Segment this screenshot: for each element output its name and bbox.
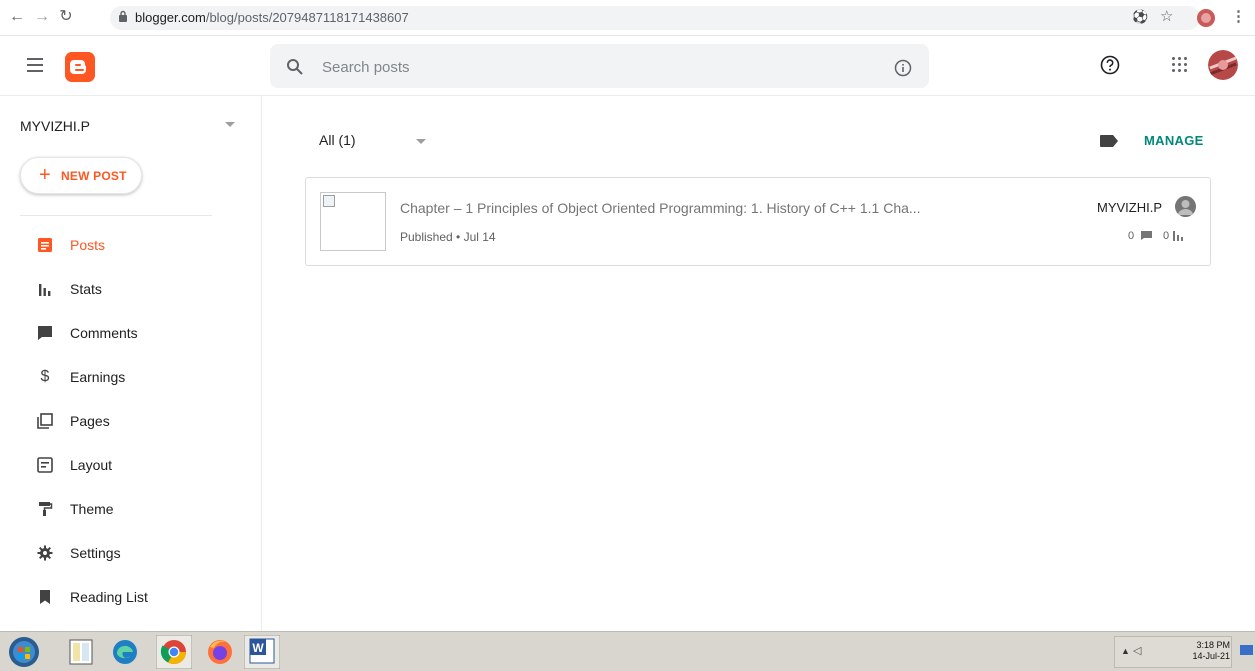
app-header <box>0 36 1255 96</box>
sidebar-item-label: Stats <box>70 281 102 297</box>
posts-icon <box>38 238 52 252</box>
edge-icon[interactable] <box>110 638 140 666</box>
manage-button[interactable]: MANAGE <box>1144 133 1204 148</box>
menu-kebab-icon[interactable]: ⋮ <box>1231 9 1246 25</box>
view-count: 0 <box>1163 230 1170 242</box>
reload-icon[interactable]: ↻ <box>57 8 75 26</box>
gear-icon <box>37 545 53 561</box>
profile-avatar-icon[interactable] <box>1196 8 1216 28</box>
firefox-icon[interactable] <box>205 638 235 666</box>
blog-switcher-caret-icon[interactable] <box>225 122 235 127</box>
lock-icon <box>119 10 127 22</box>
forward-arrow-icon[interactable]: → <box>33 8 51 26</box>
pages-icon <box>37 413 53 429</box>
bookmark-icon <box>40 590 50 604</box>
sidebar-item-comments[interactable]: Comments <box>0 313 262 353</box>
sidebar-item-reading-list[interactable]: Reading List <box>0 577 262 617</box>
search-icon[interactable] <box>286 58 304 76</box>
post-status: Published • Jul 14 <box>400 230 496 244</box>
info-icon[interactable] <box>894 59 912 77</box>
address-url[interactable]: blogger.com/blog/posts/20794871181714386… <box>135 10 409 25</box>
post-title[interactable]: Chapter – 1 Principles of Object Oriente… <box>400 200 960 216</box>
speaker-icon[interactable]: ◁ <box>1133 644 1141 657</box>
sidebar-item-label: Settings <box>70 545 121 561</box>
layout-icon <box>37 457 53 473</box>
post-filter-dropdown[interactable]: All (1) <box>319 132 356 148</box>
apps-grid-icon[interactable] <box>1172 57 1188 73</box>
sidebar-item-label: Layout <box>70 457 113 473</box>
comment-count-icon <box>1141 231 1152 240</box>
clock-date: 14-Jul-21 <box>1192 651 1230 661</box>
sidebar-item-posts[interactable]: Posts <box>0 225 262 265</box>
author-avatar <box>1175 196 1196 217</box>
user-avatar[interactable] <box>1208 50 1238 80</box>
new-post-label: NEW POST <box>61 169 127 183</box>
broken-image-icon <box>323 195 335 207</box>
svg-text:W: W <box>252 641 264 655</box>
sidebar-item-earnings[interactable]: $ Earnings <box>0 357 262 397</box>
new-post-button[interactable]: + NEW POST <box>20 157 142 194</box>
sidebar-item-theme[interactable]: Theme <box>0 489 262 529</box>
taskbar-clock[interactable]: 3:18 PM 14-Jul-21 <box>1180 640 1230 662</box>
url-path: /blog/posts/2079487118171438607 <box>205 10 409 25</box>
star-icon[interactable]: ☆ <box>1160 9 1173 25</box>
chrome-icon[interactable] <box>156 635 192 669</box>
sidebar-divider <box>20 215 212 216</box>
sidebar-item-label: Comments <box>70 325 138 341</box>
comments-icon <box>38 326 52 340</box>
plus-icon: + <box>39 164 51 186</box>
comment-count: 0 <box>1128 230 1135 242</box>
word-icon[interactable]: W <box>244 635 280 669</box>
browser-toolbar: ← → ↻ blogger.com/blog/posts/20794871181… <box>0 0 1255 36</box>
post-author: MYVIZHI.P <box>1097 200 1163 215</box>
tally-erp9-icon[interactable] <box>66 638 96 666</box>
sidebar-item-layout[interactable]: Layout <box>0 445 262 485</box>
sidebar: MYVIZHI.P + NEW POST Posts Stats Comment… <box>0 96 262 631</box>
post-thumbnail[interactable] <box>320 192 386 251</box>
show-desktop-button[interactable] <box>1240 645 1253 655</box>
sidebar-item-stats[interactable]: Stats <box>0 269 262 309</box>
back-arrow-icon[interactable]: ← <box>8 8 26 26</box>
key-icon[interactable]: ⚽ <box>1132 9 1148 25</box>
blog-name[interactable]: MYVIZHI.P <box>20 118 90 134</box>
url-host: blogger.com <box>135 10 206 25</box>
stats-icon <box>39 284 51 296</box>
help-icon[interactable] <box>1100 55 1120 75</box>
sidebar-item-settings[interactable]: Settings <box>0 533 262 573</box>
post-row[interactable] <box>305 177 1211 266</box>
chevron-down-icon[interactable] <box>416 139 426 144</box>
sidebar-item-label: Reading List <box>70 589 148 605</box>
start-orb[interactable] <box>8 636 40 668</box>
sidebar-item-label: Theme <box>70 501 114 517</box>
sidebar-item-label: Posts <box>70 237 106 253</box>
search-input[interactable] <box>322 57 842 77</box>
hamburger-menu-icon[interactable] <box>27 58 43 72</box>
blogger-logo[interactable] <box>65 52 95 82</box>
view-count-icon <box>1173 231 1183 241</box>
clock-time: 3:18 PM <box>1196 640 1230 650</box>
dollar-icon: $ <box>40 368 50 385</box>
label-icon[interactable] <box>1100 135 1118 147</box>
windows-taskbar: W ▲ ◁ <box>0 631 1255 671</box>
sidebar-item-pages[interactable]: Pages <box>0 401 262 441</box>
paint-roller-icon <box>39 502 53 516</box>
sidebar-item-label: Pages <box>70 413 110 429</box>
sidebar-item-label: Earnings <box>70 369 126 385</box>
tray-expand-icon[interactable]: ▲ <box>1121 646 1130 656</box>
